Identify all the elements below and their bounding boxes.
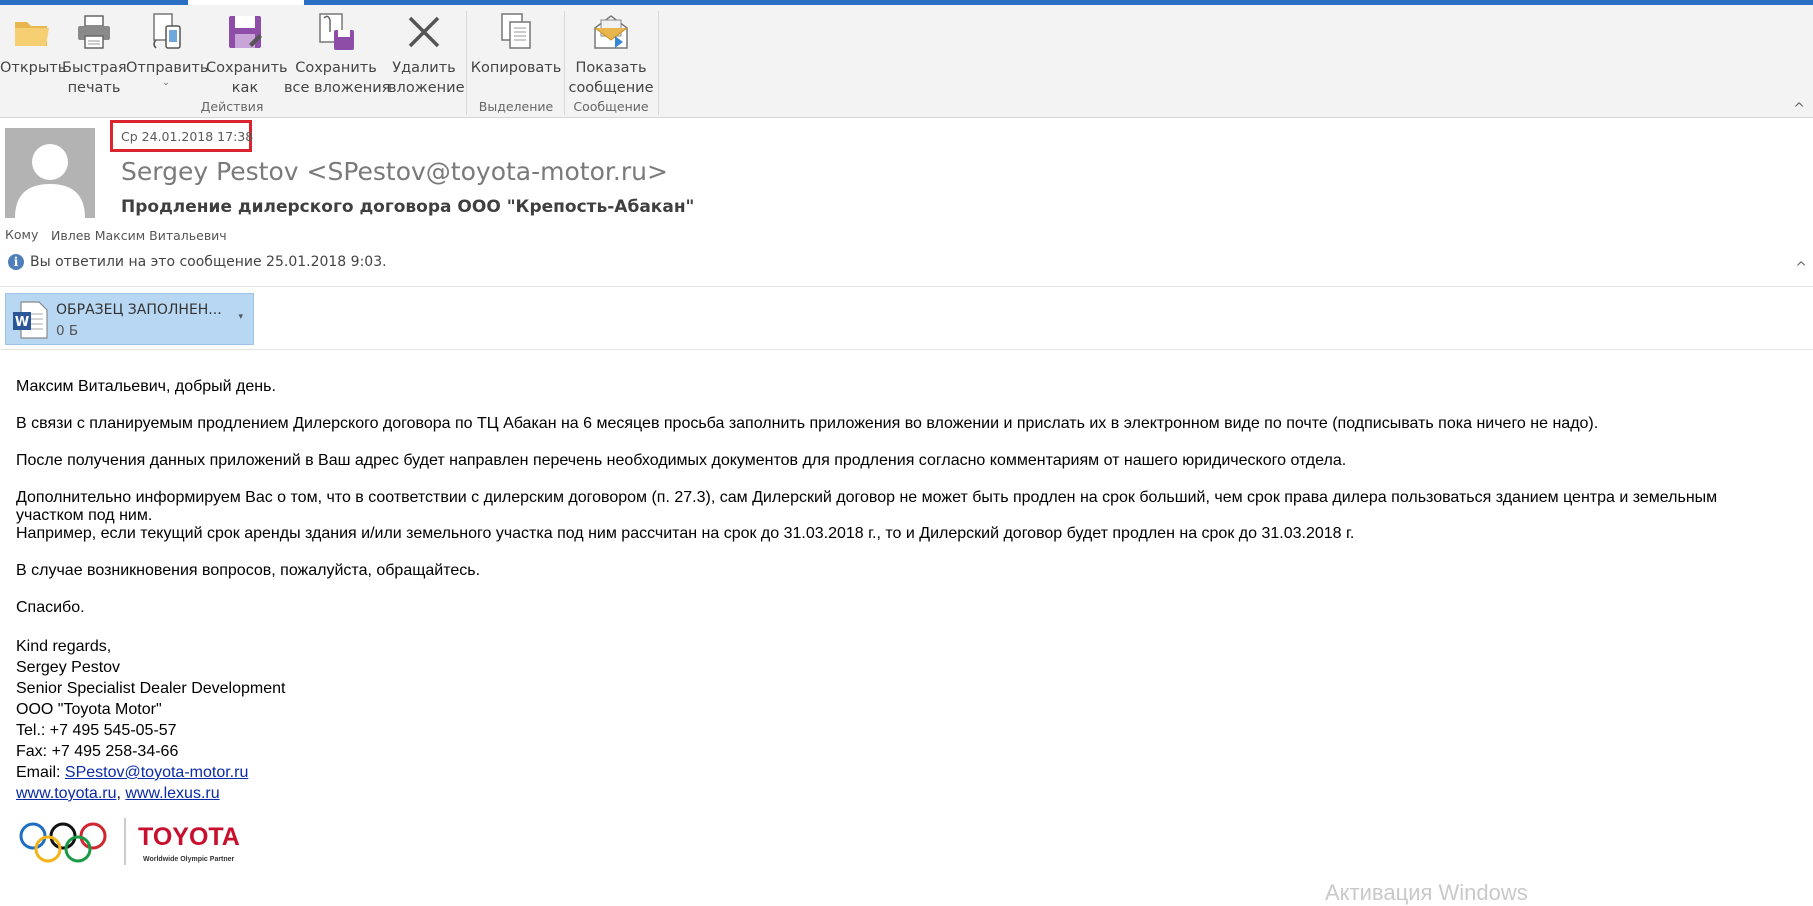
quick-print-button[interactable]: Быстрая печать xyxy=(62,10,127,98)
remove-attachment-icon xyxy=(408,16,440,48)
ribbon: Открыть Быстрая печать Отправить ⌄ Сохра… xyxy=(0,5,1813,118)
signature: Kind regards, Sergey Pestov Senior Speci… xyxy=(16,636,1776,804)
save-icon xyxy=(229,16,262,48)
divider xyxy=(0,349,1813,350)
toyota-link[interactable]: www.toyota.ru xyxy=(16,785,116,802)
paragraph: После получения данных приложений в Ваш … xyxy=(16,452,1347,469)
signature-fax: Fax: +7 495 258-34-66 xyxy=(16,743,179,760)
paragraph: В связи с планируемым продлением Дилерск… xyxy=(16,415,1599,432)
email-label: Email: xyxy=(16,764,65,781)
attachment-name: ОБРАЗЕЦ ЗАПОЛНЕН... xyxy=(56,302,222,318)
show-message-icon xyxy=(594,15,628,49)
thanks: Спасибо. xyxy=(16,599,85,616)
recipient[interactable]: Ивлев Максим Витальевич xyxy=(51,228,227,243)
paragraph: Дополнительно информируем Вас о том, что… xyxy=(16,489,1718,524)
info-icon: i xyxy=(8,254,24,270)
collapse-ribbon-button[interactable]: ^ xyxy=(1793,101,1805,117)
avatar xyxy=(5,128,95,218)
copy-icon xyxy=(501,13,531,49)
attachment-dropdown-arrow[interactable]: ▾ xyxy=(238,312,243,322)
person-icon xyxy=(5,128,95,218)
save-as-button[interactable]: Сохранить как xyxy=(206,10,288,98)
signature-tel: Tel.: +7 495 545-05-57 xyxy=(16,722,177,739)
attachment-size: 0 Б xyxy=(56,323,79,339)
send-to-dropdown-arrow[interactable]: ⌄ xyxy=(126,78,206,88)
word-document-icon: W xyxy=(13,301,48,339)
logo-tagline: Worldwide Olympic Partner xyxy=(143,856,235,863)
group-divider xyxy=(466,11,467,115)
show-message-button[interactable]: Показать сообщение xyxy=(565,10,657,98)
toyota-olympic-logo: TOYOTA Worldwide Olympic Partner xyxy=(19,818,240,865)
folder-icon xyxy=(15,22,49,46)
printer-icon xyxy=(78,15,110,49)
svg-text:W: W xyxy=(15,315,29,330)
attachment-item[interactable]: W ОБРАЗЕЦ ЗАПОЛНЕН... 0 Б ▾ xyxy=(5,293,254,345)
lexus-link[interactable]: www.lexus.ru xyxy=(125,785,219,802)
sent-date: Ср 24.01.2018 17:38 xyxy=(121,129,254,144)
subject: Продление дилерского договора ООО "Крепо… xyxy=(121,197,695,217)
signature-email-line: Email: SPestov@toyota-motor.ru xyxy=(16,762,1776,783)
divider xyxy=(0,286,1813,287)
sender[interactable]: Sergey Pestov <SPestov@toyota-motor.ru> xyxy=(121,157,668,186)
message-body: Максим Витальевич, добрый день. В связи … xyxy=(16,366,1776,804)
reply-info[interactable]: Вы ответили на это сообщение 25.01.2018 … xyxy=(30,254,387,270)
signature-websites: www.toyota.ru, www.lexus.ru xyxy=(16,783,1776,804)
signature-regards: Kind regards, xyxy=(16,638,112,655)
group-label-actions: Действия xyxy=(200,99,264,114)
send-to-button[interactable]: Отправить ⌄ xyxy=(126,10,208,88)
logo-brand: TOYOTA xyxy=(138,823,240,851)
signature-name: Sergey Pestov xyxy=(16,659,121,676)
group-divider xyxy=(658,11,659,115)
save-all-attachments-button[interactable]: Сохранить все вложения xyxy=(284,10,390,98)
signature-company: ООО "Toyota Motor" xyxy=(16,701,162,718)
collapse-header-button[interactable]: ^ xyxy=(1795,260,1807,276)
send-to-icon xyxy=(153,13,181,49)
copy-button[interactable]: Копировать xyxy=(469,10,563,78)
group-label-message: Сообщение xyxy=(573,99,649,114)
activation-watermark: Активация Windows xyxy=(1325,880,1528,905)
signature-title: Senior Specialist Dealer Development xyxy=(16,680,286,697)
email-link[interactable]: SPestov@toyota-motor.ru xyxy=(65,764,248,781)
paragraph: Например, если текущий срок аренды здани… xyxy=(16,525,1355,542)
to-label: Кому xyxy=(5,227,39,242)
group-label-selection: Выделение xyxy=(478,99,554,114)
remove-attachment-button[interactable]: Удалить вложение xyxy=(388,10,465,98)
open-button[interactable]: Открыть xyxy=(0,10,66,78)
paragraph: В случае возникновения вопросов, пожалуй… xyxy=(16,562,481,579)
save-all-attachments-icon xyxy=(319,13,354,50)
greeting: Максим Витальевич, добрый день. xyxy=(16,378,276,395)
